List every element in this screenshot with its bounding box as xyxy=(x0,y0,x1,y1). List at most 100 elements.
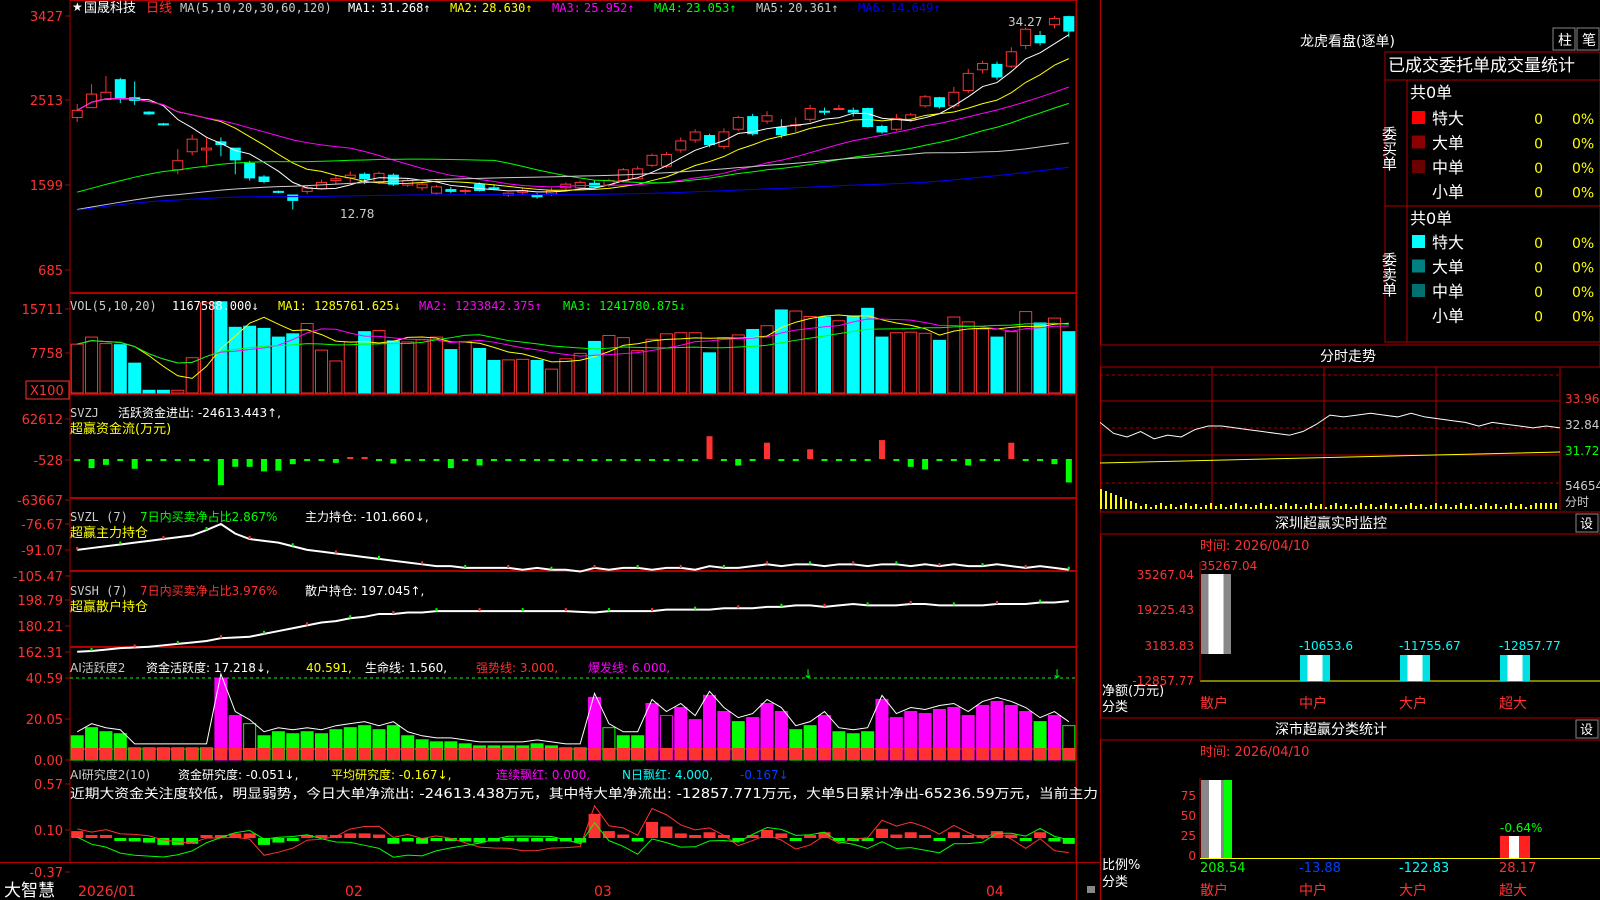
volume-bar-62[interactable] xyxy=(961,321,975,394)
candle-20[interactable] xyxy=(359,173,371,180)
svzj-bar-20[interactable] xyxy=(361,457,368,459)
volume-bar-16[interactable] xyxy=(300,323,314,394)
volume-bar-21[interactable] xyxy=(372,330,386,394)
svzj-bar-2[interactable] xyxy=(102,459,109,465)
candle-29[interactable] xyxy=(488,187,500,190)
ai-research-bar-3[interactable] xyxy=(114,838,127,841)
ai-research-bar-67[interactable] xyxy=(1034,832,1047,838)
ai-research-bar-33[interactable] xyxy=(545,838,558,841)
volume-bar-4[interactable] xyxy=(128,362,142,394)
ai-research-bar-66[interactable] xyxy=(1019,838,1032,841)
volume-bar-24[interactable] xyxy=(415,339,429,394)
svzj-bar-44[interactable] xyxy=(706,436,713,459)
volume-bar-63[interactable] xyxy=(976,328,990,394)
svzj-bar-67[interactable] xyxy=(1037,459,1044,461)
stats-settings-label[interactable]: 设 xyxy=(1580,723,1593,738)
ai-research-bar-61[interactable] xyxy=(947,832,960,838)
candle-54[interactable] xyxy=(847,109,859,113)
candle-14[interactable] xyxy=(272,190,284,193)
volume-bar-60[interactable] xyxy=(932,339,946,394)
candle-12[interactable] xyxy=(244,162,256,179)
volume-bar-69[interactable] xyxy=(1062,331,1076,394)
ai-research-bar-35[interactable] xyxy=(574,838,587,843)
svzj-bar-13[interactable] xyxy=(261,459,268,472)
ai-research-panel[interactable]: AI研究度2(10) 资金研究度: -0.051↓, 平均研究度: -0.167… xyxy=(29,767,1098,881)
ai-active-bar-10[interactable] xyxy=(214,677,228,761)
kline-chart-area[interactable]: ★ 国晟科技 日线 MA(5,10,20,30,60,120) MA1: 31.2… xyxy=(0,0,1100,900)
volume-bar-15[interactable] xyxy=(286,333,300,394)
volume-bar-23[interactable] xyxy=(401,341,415,394)
svzj-bar-21[interactable] xyxy=(375,459,382,461)
ai-research-bar-2[interactable] xyxy=(99,835,112,838)
svzj-panel[interactable]: SVZJ 活跃资金进出: -24613.443↑, 超赢资金流(万元) 6261… xyxy=(17,405,1072,509)
svzj-bar-38[interactable] xyxy=(620,459,627,461)
ai-research-bar-60[interactable] xyxy=(933,838,946,841)
candle-59[interactable] xyxy=(919,96,931,107)
top-button-column[interactable]: 柱 xyxy=(1552,27,1576,51)
volume-bar-41[interactable] xyxy=(659,333,673,394)
volume-bar-29[interactable] xyxy=(487,359,501,394)
svzj-bar-62[interactable] xyxy=(965,459,972,466)
candle-56[interactable] xyxy=(876,126,888,133)
svzj-bar-40[interactable] xyxy=(649,459,656,461)
svzj-bar-30[interactable] xyxy=(505,459,512,461)
svzj-bar-35[interactable] xyxy=(577,459,584,461)
svzj-bar-3[interactable] xyxy=(117,459,124,461)
svzj-bar-36[interactable] xyxy=(591,459,598,461)
candle-28[interactable] xyxy=(474,183,486,191)
svzj-bar-10[interactable] xyxy=(217,459,224,486)
volume-bar-52[interactable] xyxy=(818,316,831,394)
candle-48[interactable] xyxy=(761,115,773,122)
volume-bar-47[interactable] xyxy=(746,328,760,394)
ai-research-bar-38[interactable] xyxy=(617,834,630,838)
candle-18[interactable] xyxy=(330,178,342,182)
top-button-stroke[interactable]: 笔 xyxy=(1576,27,1600,51)
svzj-bar-66[interactable] xyxy=(1022,459,1029,461)
svzj-bar-61[interactable] xyxy=(950,459,957,461)
svzj-bar-0[interactable] xyxy=(74,459,81,461)
candle-46[interactable] xyxy=(732,117,744,130)
volume-bar-46[interactable] xyxy=(731,334,745,394)
volume-bar-28[interactable] xyxy=(473,347,487,394)
svzj-bar-47[interactable] xyxy=(749,459,756,461)
candle-68[interactable] xyxy=(1048,17,1060,26)
ai-research-bar-32[interactable] xyxy=(531,838,544,842)
ai-research-bar-19[interactable] xyxy=(344,833,357,838)
ai-research-bar-37[interactable] xyxy=(602,831,615,838)
ai-research-bar-12[interactable] xyxy=(243,833,256,838)
svzj-bar-1[interactable] xyxy=(88,459,95,469)
volume-bar-6[interactable] xyxy=(156,389,170,394)
svzj-bar-64[interactable] xyxy=(993,459,1000,461)
svzj-bar-37[interactable] xyxy=(605,459,612,461)
svzj-bar-22[interactable] xyxy=(390,459,397,464)
candle-60[interactable] xyxy=(933,97,945,108)
svzj-bar-12[interactable] xyxy=(246,459,253,467)
volume-bar-3[interactable] xyxy=(113,344,127,394)
svzj-bar-49[interactable] xyxy=(778,459,785,461)
volume-bar-44[interactable] xyxy=(703,352,717,394)
candle-63[interactable] xyxy=(977,62,989,71)
volume-bar-9[interactable] xyxy=(200,302,214,394)
ai-research-bar-23[interactable] xyxy=(401,838,414,842)
ai-research-bar-14[interactable] xyxy=(272,838,285,843)
volume-bar-34[interactable] xyxy=(559,358,573,394)
svzj-bar-50[interactable] xyxy=(792,459,799,461)
svzj-bar-51[interactable] xyxy=(807,449,814,459)
candle-67[interactable] xyxy=(1034,35,1046,44)
lock-icon[interactable] xyxy=(1087,886,1095,893)
volume-panel[interactable]: VOL(5,10,20) 1167588.000↓ MA1: 1285761.6… xyxy=(22,299,1076,400)
volume-bar-56[interactable] xyxy=(875,336,889,394)
svzj-bar-24[interactable] xyxy=(419,459,426,461)
candle-5[interactable] xyxy=(143,111,155,115)
candle-1[interactable] xyxy=(86,93,98,109)
volume-bar-55[interactable] xyxy=(861,307,875,394)
volume-bar-0[interactable] xyxy=(70,343,84,394)
candle-40[interactable] xyxy=(646,154,658,166)
ai-research-bar-5[interactable] xyxy=(143,838,156,843)
svzj-bar-11[interactable] xyxy=(232,459,239,467)
ai-research-bar-41[interactable] xyxy=(660,826,673,838)
svzj-bar-59[interactable] xyxy=(922,459,929,470)
svzj-bar-19[interactable] xyxy=(347,457,354,459)
ai-research-bar-22[interactable] xyxy=(387,838,400,844)
volume-bar-27[interactable] xyxy=(458,340,472,394)
